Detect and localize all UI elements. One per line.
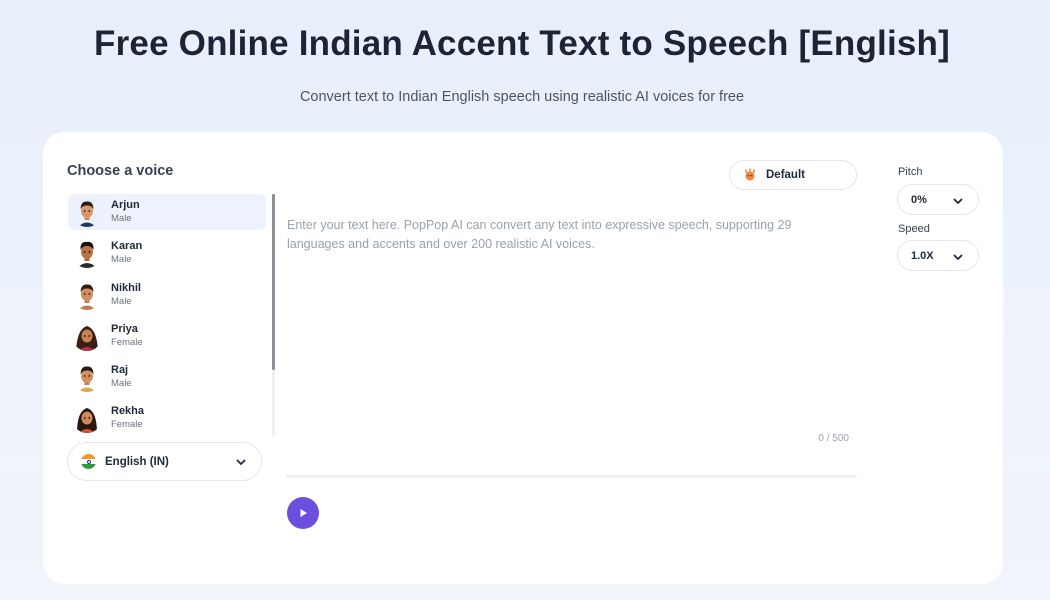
voice-gender: Male: [111, 296, 132, 308]
voice-item-raj[interactable]: Raj Male: [68, 359, 266, 395]
pitch-value: 0%: [911, 193, 927, 206]
voice-name: Nikhil: [111, 282, 141, 295]
voice-item-priya[interactable]: Priya Female: [68, 318, 266, 354]
tts-card: Choose a voice Arjun Male Karan Male Nik…: [43, 132, 1003, 584]
avatar: [72, 362, 102, 392]
emotion-style-label: Default: [766, 169, 805, 181]
chevron-down-icon: [953, 254, 963, 260]
page-subtitle: Convert text to Indian English speech us…: [299, 89, 745, 105]
language-select[interactable]: English (IN): [67, 442, 262, 481]
voice-item-nikhil[interactable]: Nikhil Male: [68, 277, 266, 313]
avatar: [72, 238, 102, 268]
voice-gender: Male: [111, 254, 132, 266]
emotion-emoji-icon: [744, 168, 756, 181]
voice-name: Rekha: [111, 405, 145, 418]
speed-select[interactable]: 1.0X: [897, 240, 979, 271]
voice-name: Raj: [111, 364, 129, 377]
voice-list[interactable]: Arjun Male Karan Male Nikhil Male Priya …: [67, 194, 277, 436]
voice-gender: Female: [111, 419, 143, 431]
chevron-down-icon: [236, 459, 246, 465]
text-input[interactable]: [287, 216, 847, 396]
avatar: [72, 403, 102, 433]
india-flag-icon: [81, 454, 96, 469]
voice-gender: Female: [111, 337, 143, 349]
avatar: [72, 280, 102, 310]
chevron-down-icon: [953, 198, 963, 204]
editor-divider: [286, 475, 857, 478]
character-counter: 0 / 500: [818, 433, 849, 444]
voice-name: Karan: [111, 240, 143, 253]
scrollbar-thumb[interactable]: [272, 194, 275, 370]
speed-label: Speed: [898, 223, 930, 235]
avatar: [72, 321, 102, 351]
language-label: English (IN): [105, 455, 169, 468]
emotion-style-button[interactable]: Default: [729, 160, 857, 190]
voice-item-arjun[interactable]: Arjun Male: [68, 194, 266, 230]
voice-list-scrollbar[interactable]: [272, 194, 275, 436]
play-icon: [300, 509, 307, 517]
speed-value: 1.0X: [911, 249, 934, 262]
voice-name: Arjun: [111, 199, 140, 212]
voice-panel-title: Choose a voice: [67, 163, 174, 179]
voice-name: Priya: [111, 323, 138, 336]
voice-item-karan[interactable]: Karan Male: [68, 235, 266, 271]
voice-gender: Male: [111, 378, 132, 390]
play-button[interactable]: [287, 497, 319, 529]
voice-item-rekha[interactable]: Rekha Female: [68, 400, 266, 436]
page-title: Free Online Indian Accent Text to Speech…: [94, 24, 950, 63]
avatar: [72, 197, 102, 227]
voice-gender: Male: [111, 213, 132, 225]
pitch-select[interactable]: 0%: [897, 184, 979, 215]
pitch-label: Pitch: [898, 166, 923, 178]
